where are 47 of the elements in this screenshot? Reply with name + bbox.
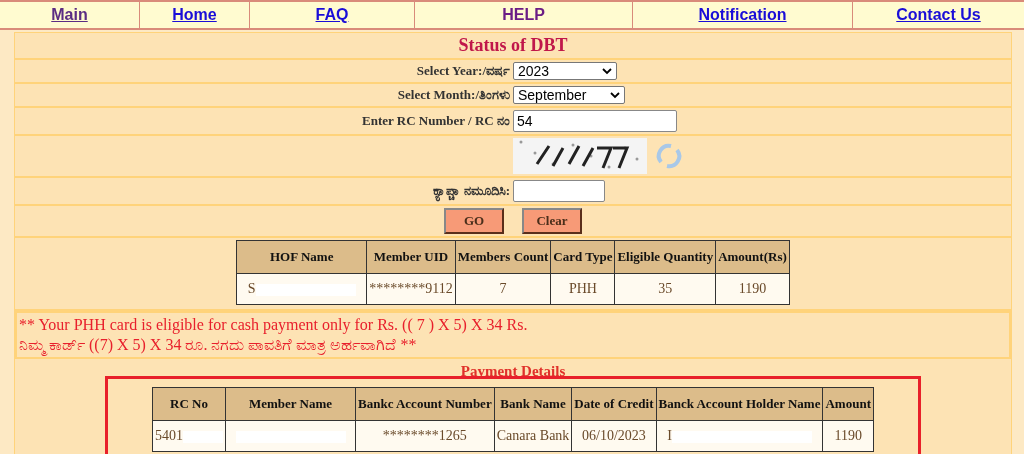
- table-cell: ********9112: [366, 273, 456, 305]
- notice-text: ನಿಮ್ಮ ಕಾರ್ಡ್ ((7) X 5) X 34 ರೂ. ನಗದು ಪಾವತಿಗೆ ಮಾತ್ರ ಅರ್ಹವಾಗಿದೆ **: [19, 335, 1007, 355]
- table-cell: PHH: [550, 273, 615, 305]
- column-header: Bank Name: [494, 387, 572, 421]
- nav-link[interactable]: FAQ: [315, 6, 349, 24]
- redaction-mark: [183, 430, 224, 443]
- column-header: Date of Credit: [571, 387, 657, 421]
- column-header: Member UID: [366, 240, 456, 274]
- column-header: Amount: [822, 387, 874, 421]
- chevron-down-icon: [610, 91, 620, 99]
- nav-link[interactable]: Home: [172, 6, 217, 24]
- table-cell: I: [656, 420, 823, 452]
- form-button[interactable]: GO: [444, 208, 504, 234]
- form-button[interactable]: Clear: [522, 208, 582, 234]
- table-cell: 1190: [822, 420, 874, 452]
- column-header: Members Count: [455, 240, 551, 274]
- select-field[interactable]: September: [513, 86, 625, 104]
- table-cell: 35: [614, 273, 716, 305]
- nav-link[interactable]: Notification: [698, 6, 787, 24]
- column-header: Bankc Account Number: [355, 387, 495, 421]
- table-cell: 1190: [715, 273, 790, 305]
- field-label: Select Month:/ತಿಂಗಳು: [396, 87, 511, 103]
- select-field[interactable]: 2023: [513, 62, 617, 80]
- table-cell: 7: [455, 273, 551, 305]
- section-title: Payment Details: [459, 363, 567, 380]
- field-label: Enter RC Number / RC ನಂ: [361, 113, 511, 129]
- page-title: Status of DBT: [15, 33, 1011, 60]
- notice-text: ** Your PHH card is eligible for cash payment only for Rs. (( 7 ) X 5) X 34 Rs.: [19, 315, 529, 335]
- column-header: Banck Account Holder Name: [656, 387, 823, 421]
- column-header: Member Name: [225, 387, 356, 421]
- column-header: Card Type: [550, 240, 615, 274]
- chevron-down-icon: [602, 67, 612, 75]
- field-label: Select Year:/ವರ್ಷ: [415, 63, 511, 79]
- table-cell: ********1265: [355, 420, 495, 452]
- table-cell: S: [236, 273, 367, 305]
- column-header: HOF Name: [236, 240, 367, 274]
- table-cell: Canara Bank: [494, 420, 572, 452]
- nav-link[interactable]: Main: [51, 6, 88, 24]
- column-header: Eligible Quantity: [614, 240, 716, 274]
- table-cell: 06/10/2023: [571, 420, 657, 452]
- nav-link[interactable]: HELP: [502, 6, 545, 24]
- column-header: Amount(Rs): [715, 240, 790, 274]
- column-header: RC No: [152, 387, 226, 421]
- nav-link[interactable]: Contact Us: [896, 6, 981, 24]
- input-field[interactable]: 54: [513, 110, 677, 132]
- table-cell: 5401: [152, 420, 226, 452]
- input-field[interactable]: [513, 180, 605, 202]
